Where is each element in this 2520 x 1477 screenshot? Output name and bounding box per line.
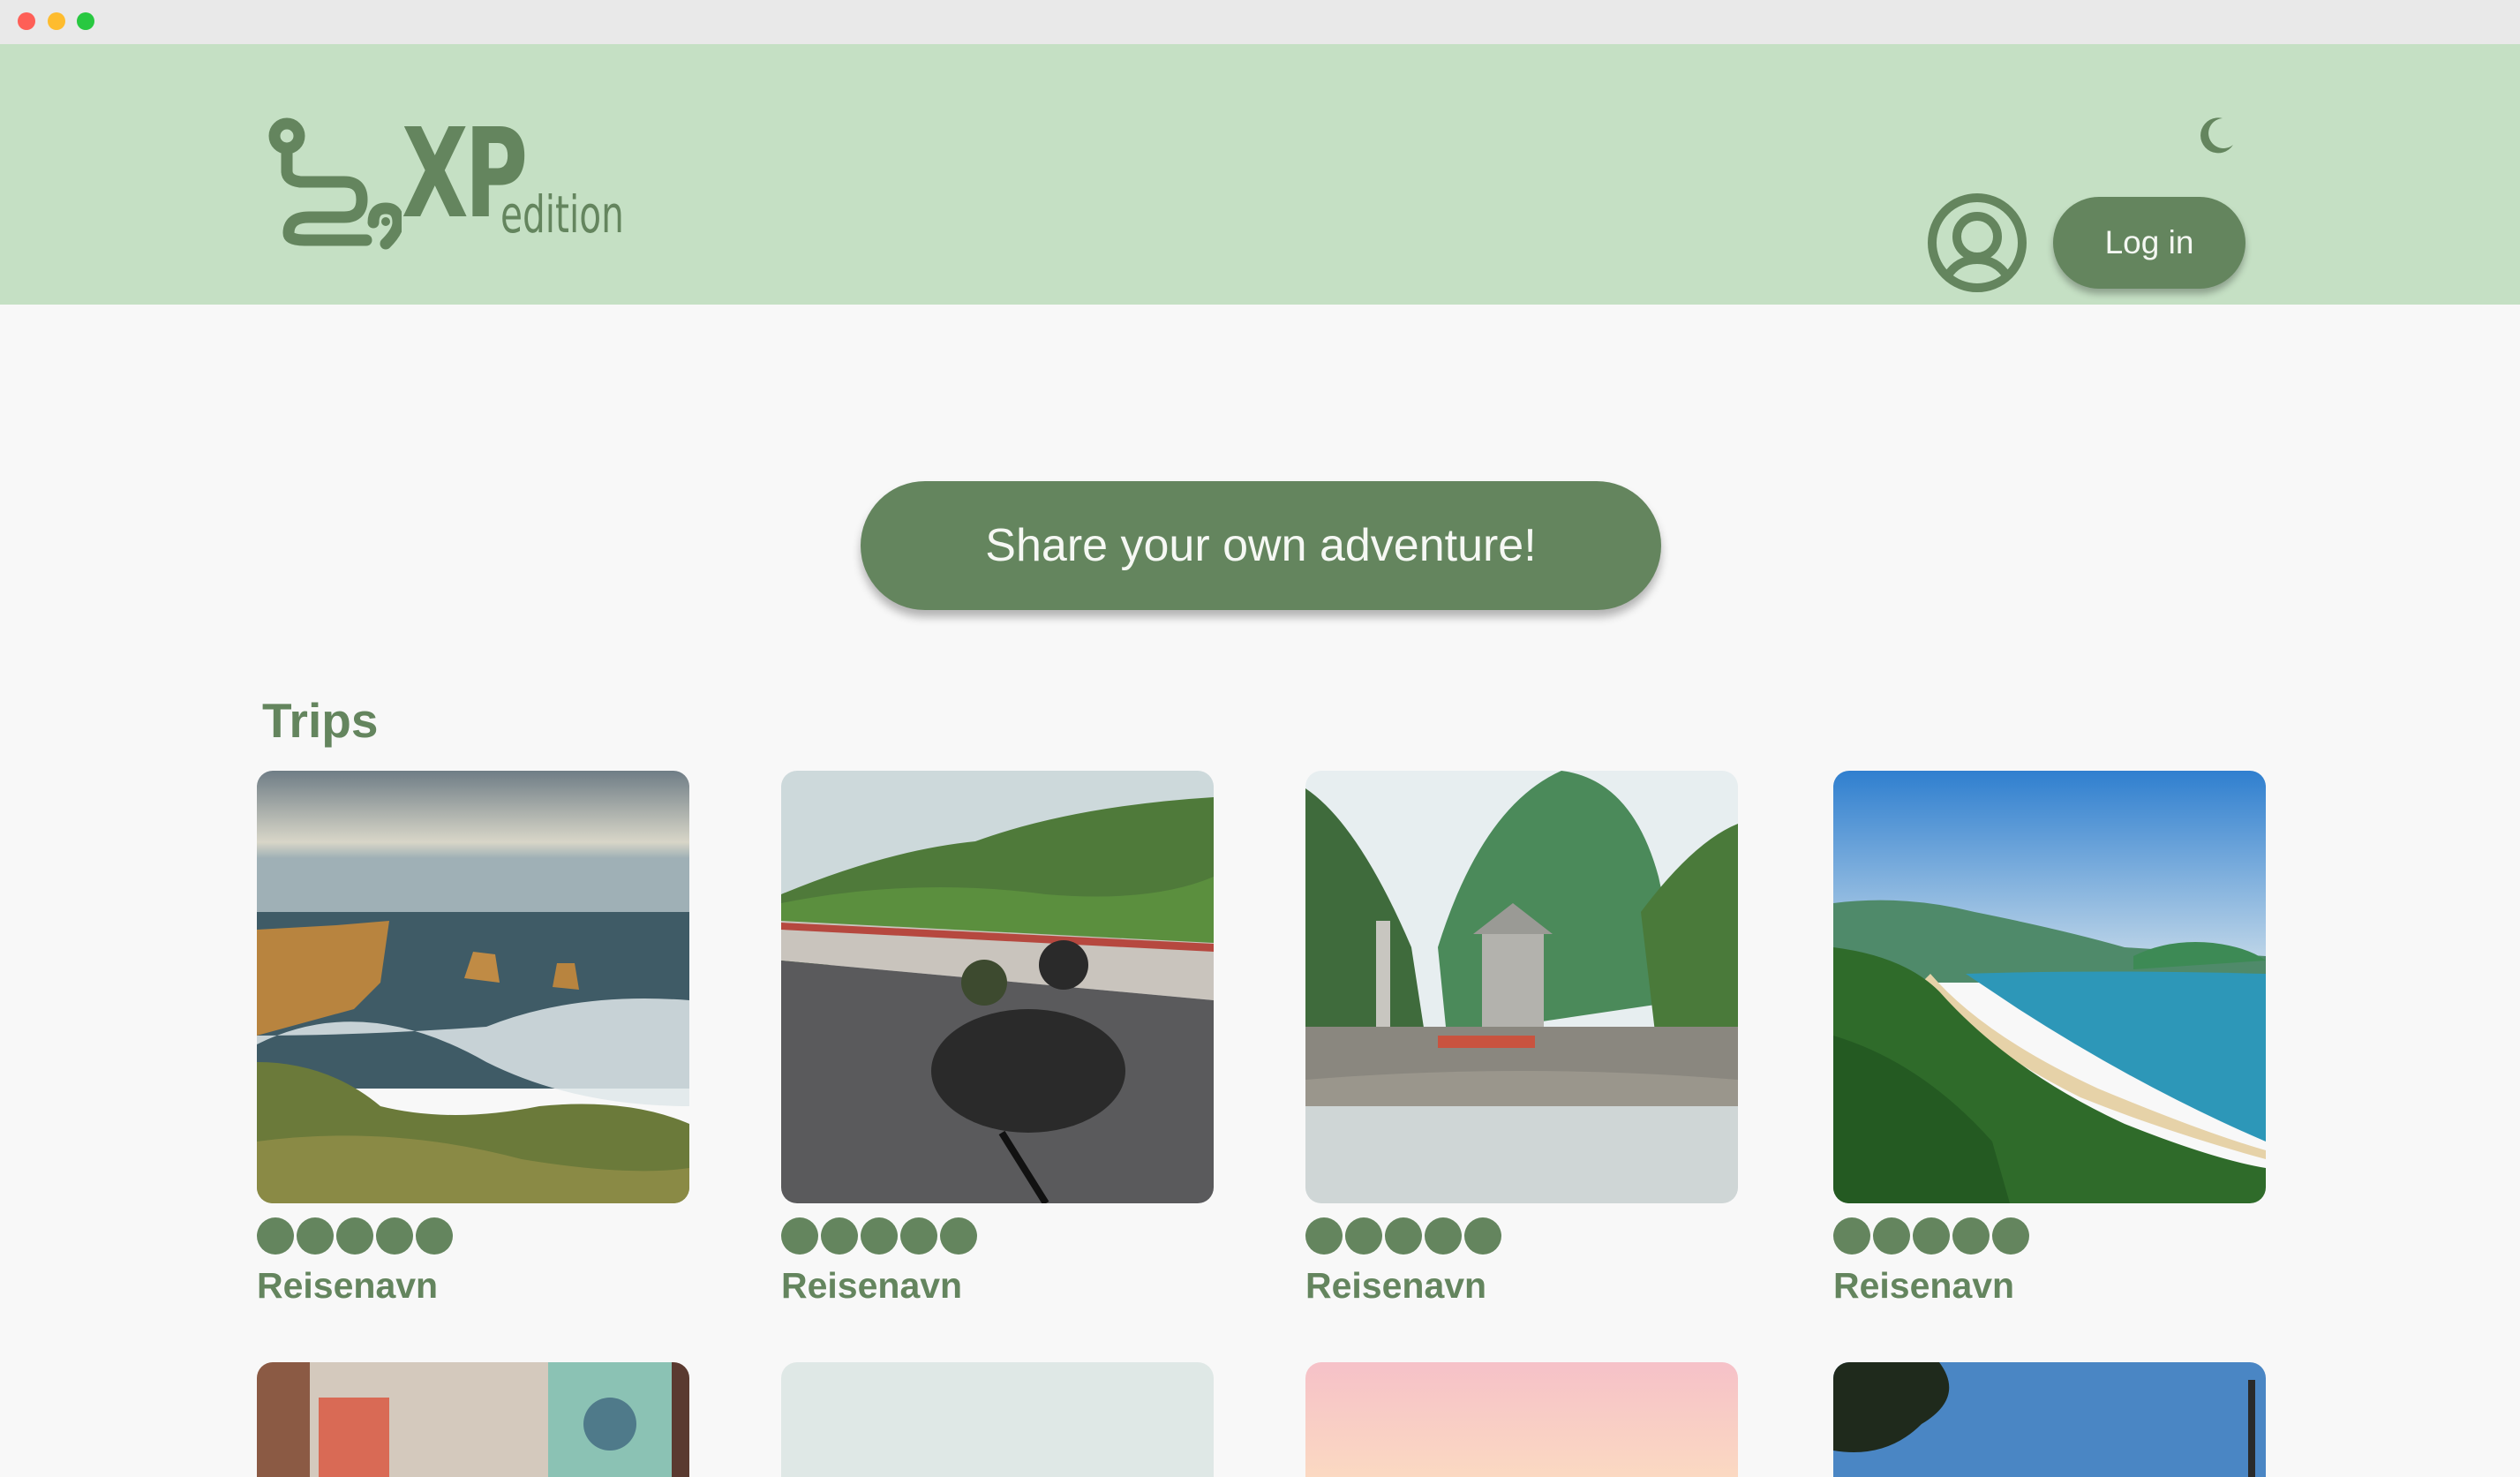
trip-card[interactable]: Reisenavn [257,771,689,1307]
trip-name[interactable]: Reisenavn [1833,1265,2266,1307]
trip-photo[interactable] [1833,771,2266,1203]
trip-photo[interactable] [781,771,1214,1203]
trip-photo-partial[interactable] [781,1362,1214,1477]
trip-photo-partial[interactable] [257,1362,689,1477]
trips-heading: Trips [262,693,379,748]
window-titlebar [0,0,2520,44]
login-button[interactable]: Log in [2053,197,2245,289]
trip-name[interactable]: Reisenavn [781,1265,1214,1307]
trip-photo[interactable] [1305,771,1738,1203]
trip-name[interactable]: Reisenavn [257,1265,689,1307]
close-window-button[interactable] [18,12,35,30]
minimize-window-button[interactable] [48,12,65,30]
site-header: XP edition Log in [0,44,2520,305]
star-rating [781,1217,1214,1255]
zoom-window-button[interactable] [77,12,94,30]
trip-card[interactable]: Reisenavn [1833,771,2266,1307]
share-adventure-button[interactable]: Share your own adventure! [861,481,1661,610]
trip-photo[interactable] [257,771,689,1203]
trip-photo-partial[interactable] [1833,1362,2266,1477]
trip-photo-partial[interactable] [1305,1362,1738,1477]
trip-card[interactable]: Reisenavn [781,771,1214,1307]
star-rating [257,1217,689,1255]
route-pin-icon [268,117,404,250]
moon-icon[interactable] [2196,115,2237,155]
trip-card[interactable]: Reisenavn [1305,771,1738,1307]
star-rating [1833,1217,2266,1255]
xpedition-logo[interactable]: XP edition [260,109,631,251]
logo-subtitle: edition [500,185,624,245]
star-rating [1305,1217,1738,1255]
trip-name[interactable]: Reisenavn [1305,1265,1738,1307]
user-circle-icon[interactable] [1927,192,2027,293]
